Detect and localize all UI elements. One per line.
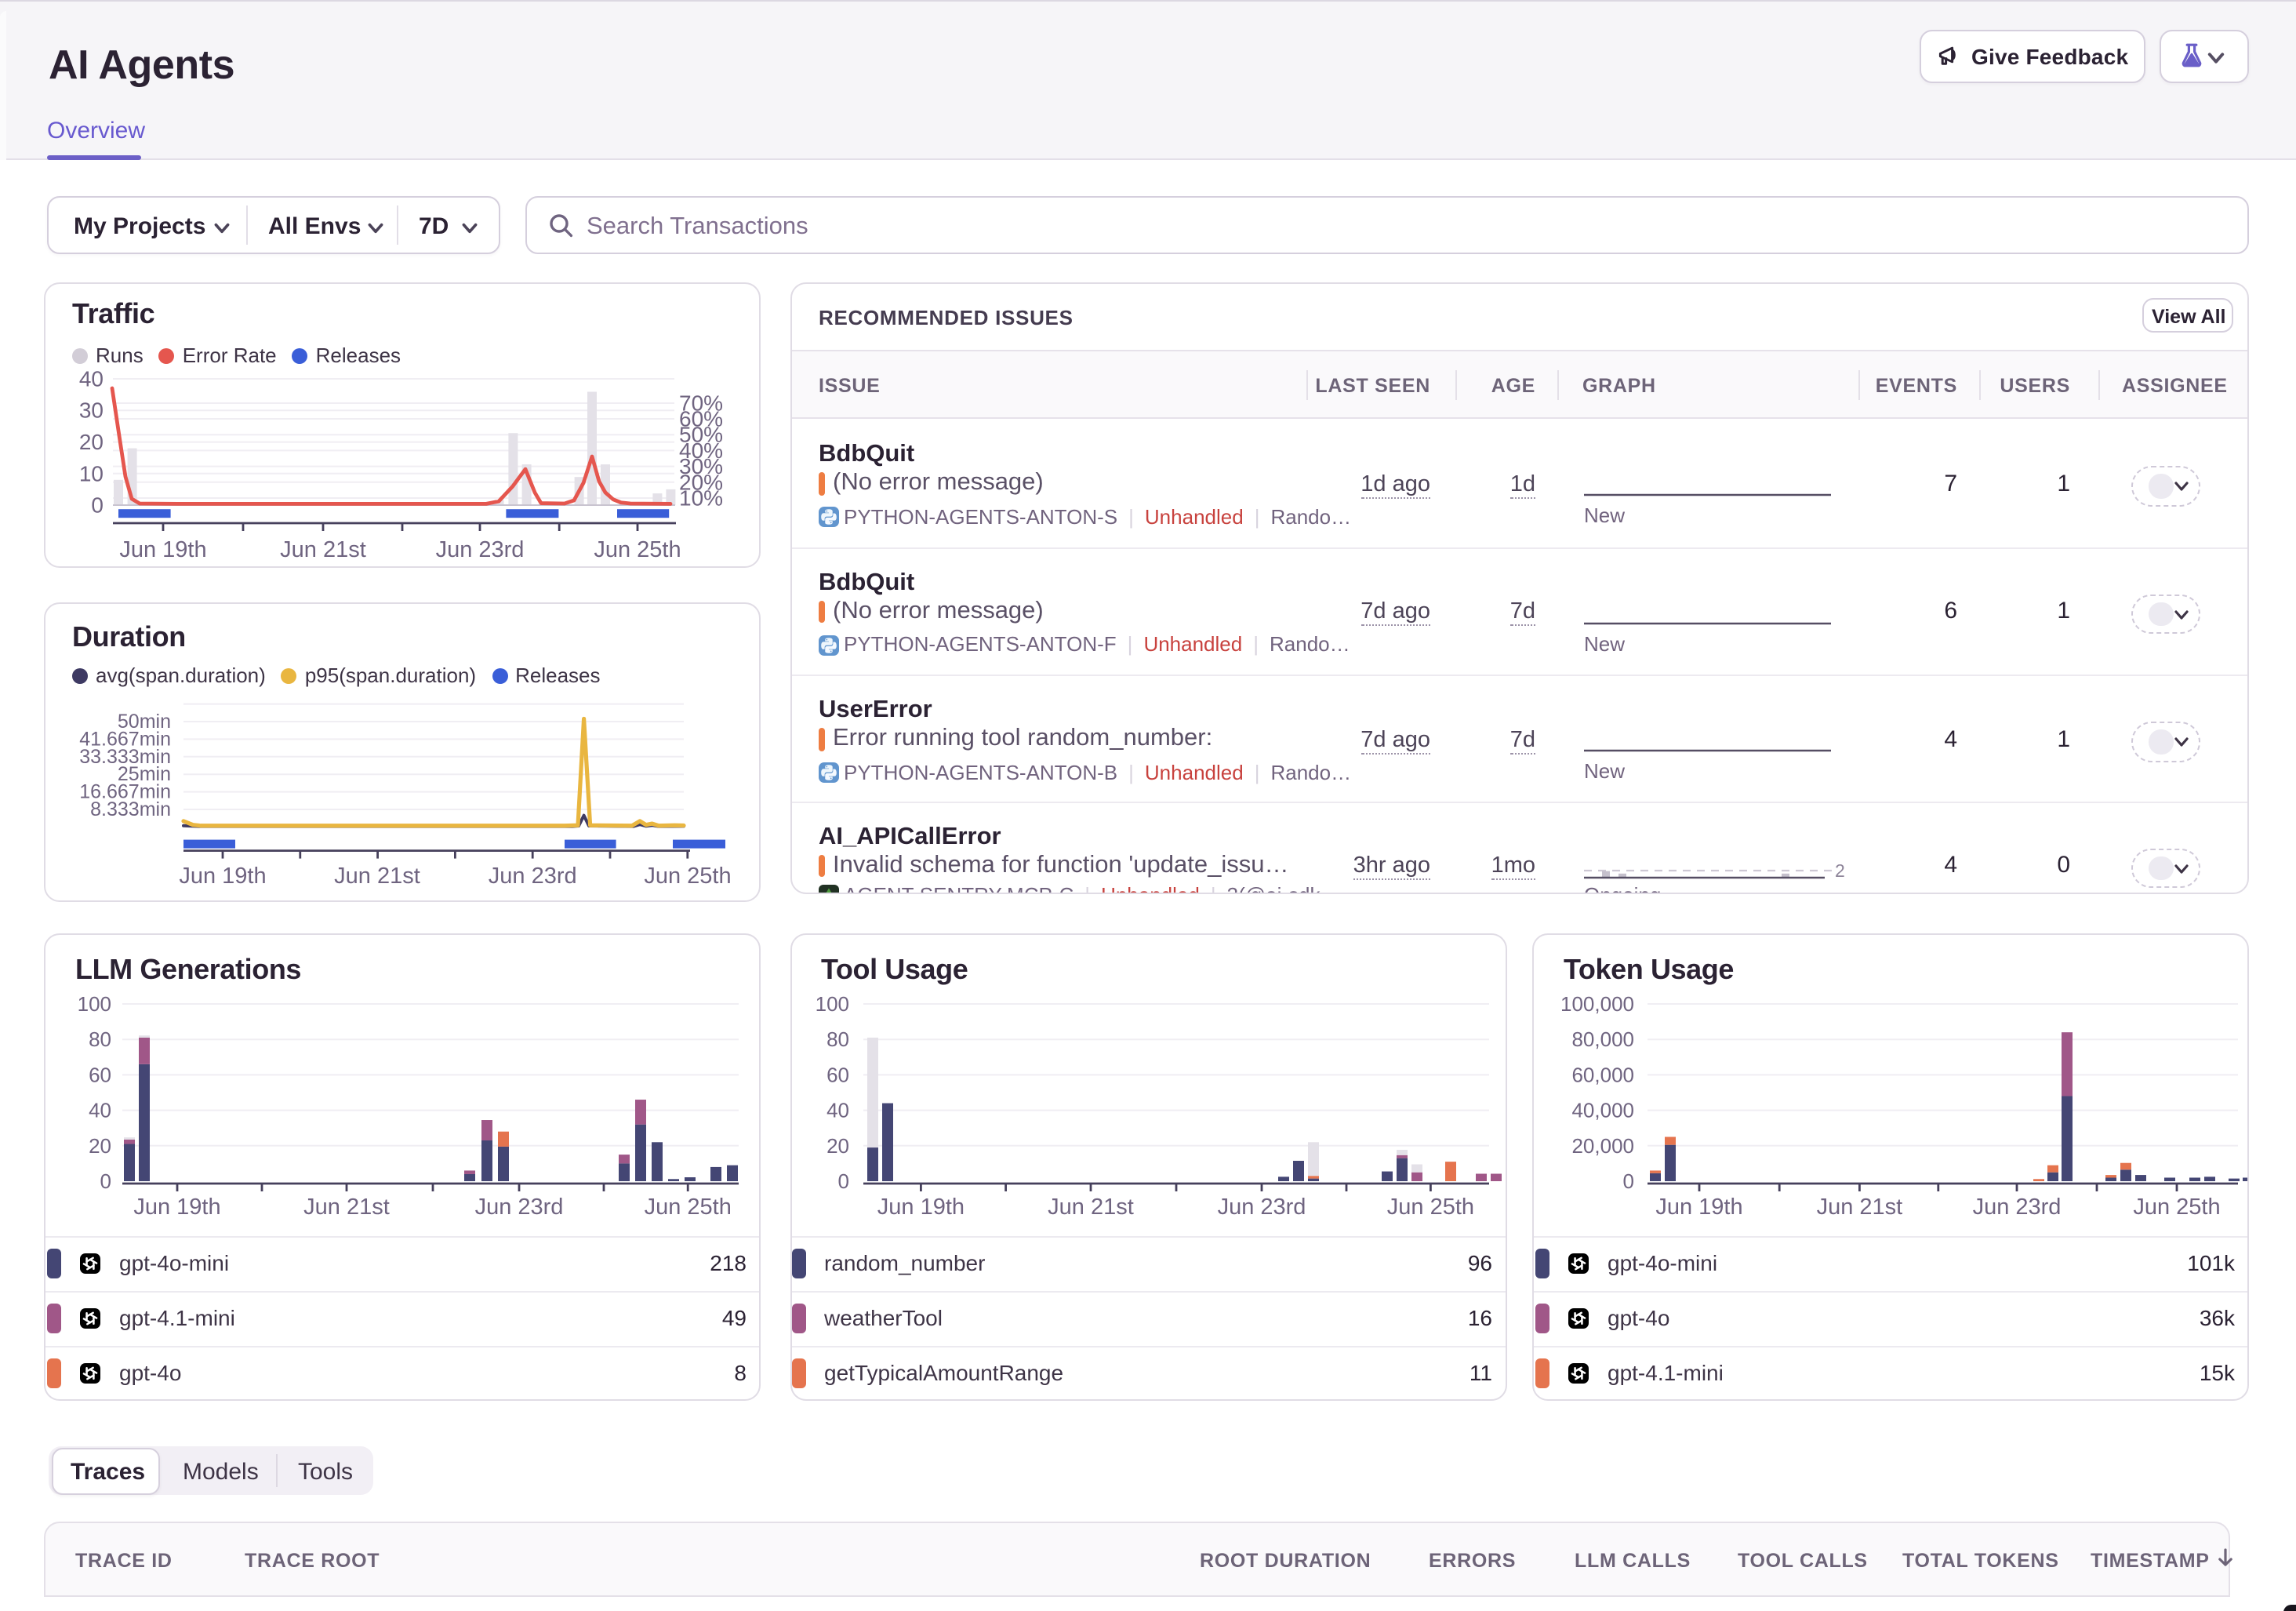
svg-text:Jun 21st: Jun 21st [303,1195,390,1220]
svg-text:Jun 21st: Jun 21st [1047,1195,1133,1220]
svg-text:Jun 19th: Jun 19th [1655,1195,1742,1220]
svg-text:40: 40 [79,367,104,391]
svg-text:80: 80 [826,1027,848,1051]
svg-text:Jun 25th: Jun 25th [594,537,681,562]
svg-text:0: 0 [1623,1169,1634,1193]
svg-text:80: 80 [89,1027,111,1051]
svg-text:10%: 10% [679,486,723,511]
svg-text:100,000: 100,000 [1560,992,1634,1016]
svg-text:20,000: 20,000 [1571,1134,1634,1158]
svg-text:0: 0 [100,1169,111,1193]
svg-text:Jun 21st: Jun 21st [334,864,420,889]
svg-text:10: 10 [79,461,104,485]
svg-text:Jun 19th: Jun 19th [877,1195,964,1220]
svg-text:8.333min: 8.333min [90,798,171,820]
svg-text:Jun 19th: Jun 19th [133,1195,220,1220]
svg-text:80,000: 80,000 [1571,1027,1634,1051]
svg-text:20: 20 [79,430,104,454]
svg-text:Jun 25th: Jun 25th [2133,1195,2220,1220]
svg-text:Jun 21st: Jun 21st [1817,1195,1903,1220]
svg-text:Jun 25th: Jun 25th [645,1195,732,1220]
svg-text:Jun 21st: Jun 21st [280,537,366,562]
svg-text:40: 40 [89,1099,111,1122]
svg-text:Jun 23rd: Jun 23rd [475,1195,564,1220]
svg-text:Jun 23rd: Jun 23rd [436,537,525,562]
svg-text:0: 0 [837,1169,848,1193]
svg-text:100: 100 [815,992,848,1016]
svg-text:Jun 19th: Jun 19th [119,537,206,562]
svg-text:40,000: 40,000 [1571,1099,1634,1122]
svg-text:0: 0 [91,493,104,518]
svg-text:Jun 23rd: Jun 23rd [1973,1195,2062,1220]
svg-text:30: 30 [79,398,104,423]
svg-text:40: 40 [826,1099,848,1122]
svg-text:60: 60 [89,1063,111,1086]
svg-text:Jun 23rd: Jun 23rd [489,864,577,889]
svg-text:20: 20 [89,1134,111,1158]
svg-text:Jun 25th: Jun 25th [1386,1195,1473,1220]
svg-text:Jun 19th: Jun 19th [179,864,266,889]
svg-text:Jun 23rd: Jun 23rd [1217,1195,1306,1220]
svg-text:100: 100 [78,992,111,1016]
svg-text:60: 60 [826,1063,848,1086]
svg-text:Jun 25th: Jun 25th [644,864,731,889]
svg-text:60,000: 60,000 [1571,1063,1634,1086]
svg-text:20: 20 [826,1134,848,1158]
